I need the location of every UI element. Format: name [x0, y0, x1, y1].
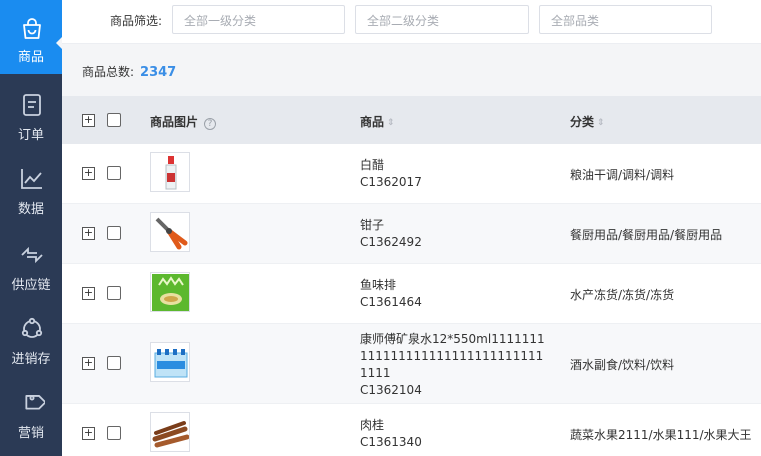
category-cell: 酒水副食/饮料/饮料 [570, 358, 675, 372]
product-code: C1362104 [360, 383, 422, 397]
sidebar-item-label: 商品 [17, 50, 44, 65]
row-checkbox[interactable] [107, 426, 121, 440]
product-name: 鱼味排 [360, 278, 397, 292]
product-total-count: 2347 [140, 65, 177, 80]
table-row: + 白醋 C1362017 粮油干调/调料/调料 [62, 144, 761, 204]
sidebar-item-inventory[interactable]: 进销存 [0, 300, 62, 374]
product-name: 钳子 [360, 218, 385, 232]
row-expand-toggle[interactable]: + [82, 167, 95, 180]
row-expand-toggle[interactable]: + [82, 287, 95, 300]
sidebar-item-label: 数据 [17, 202, 44, 217]
header-product-label: 商品 [360, 115, 385, 129]
product-name: 康师傅矿泉水12*550ml11111111111111111111111111… [360, 332, 545, 380]
table-row: + 钳子 C1362492 餐厨用品/餐厨用品/餐厨用品 [62, 204, 761, 264]
product-name-cell: 肉桂 C1361340 [360, 417, 550, 451]
table-row: + 肉桂 C1361340 蔬菜水果2111/水果111/水果大王 [62, 404, 761, 456]
row-checkbox[interactable] [107, 286, 121, 300]
header-category-label: 分类 [570, 115, 595, 129]
category-cell: 蔬菜水果2111/水果111/水果大王 [570, 428, 752, 442]
category-cell: 餐厨用品/餐厨用品/餐厨用品 [570, 228, 723, 242]
row-expand-toggle[interactable]: + [82, 427, 95, 440]
pliers-image [150, 212, 190, 252]
sidebar-item-label: 订单 [17, 128, 44, 143]
table-row: + 鱼味排 C1361464 水产冻货/冻货/冻货 [62, 264, 761, 324]
sidebar-item-marketing[interactable]: 营销 [0, 374, 62, 448]
product-name-cell: 白醋 C1362017 [360, 157, 550, 191]
sidebar: 商品 订单 数据 供应链 进销存 营销 [0, 0, 62, 456]
water-bottles-pack-image [150, 342, 190, 382]
table-row: + 康师傅矿泉水12*550ml111111111111111111111111… [62, 324, 761, 404]
price-tag-icon [25, 395, 45, 410]
product-name: 肉桂 [360, 418, 385, 432]
category-cell: 水产冻货/冻货/冻货 [570, 288, 675, 302]
filter-label: 商品筛选: [110, 14, 163, 28]
sidebar-item-orders[interactable]: 订单 [0, 76, 62, 150]
row-checkbox[interactable] [107, 226, 121, 240]
product-name-cell: 鱼味排 C1361464 [360, 277, 550, 311]
product-name-cell: 康师傅矿泉水12*550ml11111111111111111111111111… [360, 331, 550, 399]
help-icon[interactable]: ? [204, 118, 217, 130]
header-image: 商品图片? [150, 113, 217, 130]
cinnamon-sticks-image [150, 412, 190, 452]
shopping-bag-icon [23, 18, 41, 39]
product-total: 商品总数: 2347 [82, 63, 176, 80]
supply-chain-arrows-icon [21, 246, 43, 264]
header-image-label: 商品图片 [150, 115, 199, 129]
row-expand-toggle[interactable]: + [82, 357, 95, 370]
header-product[interactable]: 商品 ⇕ [360, 113, 395, 130]
order-document-icon [23, 94, 41, 116]
product-code: C1362492 [360, 235, 422, 249]
inventory-cycle-icon [21, 317, 43, 338]
secondary-category-select[interactable]: 全部二级分类 [355, 5, 529, 34]
primary-category-select[interactable]: 全部一级分类 [172, 5, 345, 34]
select-all-checkbox[interactable] [107, 113, 121, 127]
expand-all-toggle[interactable]: + [82, 114, 95, 127]
sidebar-item-label: 营销 [17, 426, 44, 441]
row-checkbox[interactable] [107, 356, 121, 370]
sidebar-item-data[interactable]: 数据 [0, 150, 62, 224]
line-chart-icon [21, 169, 42, 189]
main-content: 商品筛选: 全部一级分类 全部二级分类 全部品类 商品总数: 2347 + 商品图… [62, 0, 761, 456]
row-checkbox[interactable] [107, 166, 121, 180]
product-code: C1361340 [360, 435, 422, 449]
product-code: C1361464 [360, 295, 422, 309]
row-expand-toggle[interactable]: + [82, 227, 95, 240]
product-code: C1362017 [360, 175, 422, 189]
table-header: + 商品图片? 商品 ⇕ 分类 ⇕ [62, 96, 761, 144]
filter-bar: 商品筛选: 全部一级分类 全部二级分类 全部品类 [62, 0, 761, 44]
sort-icon[interactable]: ⇕ [597, 118, 605, 128]
product-type-select[interactable]: 全部品类 [539, 5, 712, 34]
sidebar-item-label: 进销存 [11, 352, 51, 367]
sidebar-item-label: 供应链 [11, 278, 51, 293]
fish-snack-pack-image [150, 272, 190, 312]
product-total-label: 商品总数: [82, 65, 135, 79]
vinegar-bottle-image [150, 152, 190, 192]
sidebar-item-goods[interactable]: 商品 [0, 0, 62, 74]
category-cell: 粮油干调/调料/调料 [570, 168, 675, 182]
product-name: 白醋 [360, 158, 385, 172]
sort-icon[interactable]: ⇕ [387, 118, 395, 128]
product-name-cell: 钳子 C1362492 [360, 217, 550, 251]
header-category[interactable]: 分类 ⇕ [570, 113, 605, 130]
sidebar-item-supply-chain[interactable]: 供应链 [0, 226, 62, 300]
